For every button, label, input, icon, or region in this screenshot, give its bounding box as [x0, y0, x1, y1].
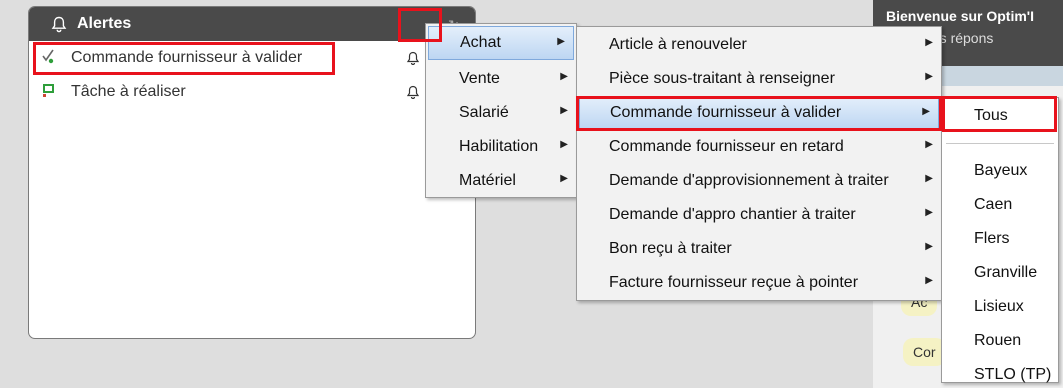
- menu-item-tous[interactable]: Tous: [942, 99, 1058, 133]
- chevron-right-icon: ▶: [925, 173, 933, 184]
- menu-item-label: Flers: [974, 230, 1010, 247]
- alert-label: Tâche à réaliser: [71, 83, 186, 100]
- menu-item-demande-appro-chantier[interactable]: Demande d'appro chantier à traiter ▶: [577, 198, 941, 232]
- menu-item-site[interactable]: Granville: [942, 256, 1058, 290]
- menu-item-label: Habilitation: [459, 138, 539, 155]
- menu-item-article-renouveler[interactable]: Article à renouveler ▶: [577, 28, 941, 62]
- menu-item-site[interactable]: STLO (TP): [942, 358, 1058, 388]
- menu-item-demande-appro[interactable]: Demande d'approvisionnement à traiter ▶: [577, 164, 941, 198]
- menu-separator: [946, 143, 1054, 144]
- menu-item-label: Lisieux: [974, 298, 1024, 315]
- menu-item-site[interactable]: Rouen: [942, 324, 1058, 358]
- chevron-right-icon: ▶: [925, 139, 933, 150]
- chat-bubble[interactable]: Cor: [903, 338, 946, 366]
- menu-item-habilitation[interactable]: Habilitation ▶: [426, 130, 576, 164]
- alerts-header: Alertes: [29, 7, 475, 41]
- menu-item-site[interactable]: Flers: [942, 222, 1058, 256]
- menu-item-label: Pièce sous-traitant à renseigner: [609, 70, 835, 87]
- menu-item-label: Vente: [459, 70, 500, 87]
- menu-item-label: Demande d'appro chantier à traiter: [609, 206, 856, 223]
- chevron-right-icon: ▶: [557, 36, 565, 47]
- alert-type-menu: Achat ▶ Vente ▶ Salarié ▶ Habilitation ▶ Mat…: [425, 23, 577, 198]
- menu-item-piece-sous-traitant[interactable]: Pièce sous-traitant à renseigner ▶: [577, 62, 941, 96]
- menu-item-label: Facture fournisseur reçue à pointer: [609, 274, 859, 291]
- menu-item-achat[interactable]: Achat ▶: [428, 26, 574, 60]
- menu-item-label: Article à renouveler: [609, 36, 747, 53]
- menu-item-site[interactable]: Caen: [942, 188, 1058, 222]
- menu-item-label: Rouen: [974, 332, 1022, 349]
- menu-item-label: Bon reçu à traiter: [609, 240, 732, 257]
- menu-item-label: Salarié: [459, 104, 509, 121]
- chevron-right-icon: ▶: [925, 37, 933, 48]
- check-icon: [41, 48, 57, 69]
- task-icon: [41, 82, 57, 103]
- menu-item-site[interactable]: Bayeux: [942, 154, 1058, 188]
- bell-icon: [51, 16, 67, 33]
- menu-item-label: Tous: [974, 107, 1008, 124]
- alert-label: Commande fournisseur à valider: [71, 49, 303, 66]
- menu-item-label: Demande d'approvisionnement à traiter: [609, 172, 889, 189]
- menu-item-materiel[interactable]: Matériel ▶: [426, 164, 576, 198]
- welcome-title: Bienvenue sur Optim'I: [886, 8, 1035, 24]
- alert-item[interactable]: Commande fournisseur à valider: [29, 41, 475, 75]
- menu-item-label: Caen: [974, 196, 1013, 213]
- menu-item-label: Achat: [460, 34, 501, 51]
- menu-item-facture-pointer[interactable]: Facture fournisseur reçue à pointer ▶: [577, 266, 941, 300]
- bell-alert-icon[interactable]: [406, 85, 420, 104]
- menu-item-bon-recu[interactable]: Bon reçu à traiter ▶: [577, 232, 941, 266]
- menu-item-salarie[interactable]: Salarié ▶: [426, 96, 576, 130]
- menu-item-commande-valider[interactable]: Commande fournisseur à valider ▶: [579, 96, 939, 130]
- achat-submenu: Article à renouveler ▶ Pièce sous-traitan…: [576, 26, 942, 301]
- chevron-right-icon: ▶: [560, 105, 568, 116]
- chevron-right-icon: ▶: [925, 241, 933, 252]
- chevron-right-icon: ▶: [925, 275, 933, 286]
- menu-item-label: STLO (TP): [974, 366, 1052, 383]
- menu-item-label: Granville: [974, 264, 1038, 281]
- chevron-right-icon: ▶: [560, 71, 568, 82]
- menu-item-site[interactable]: Lisieux: [942, 290, 1058, 324]
- panel-title: Alertes: [77, 15, 132, 32]
- menu-item-label: Bayeux: [974, 162, 1028, 179]
- site-submenu: Tous Bayeux Caen Flers Granville Lisieux…: [941, 97, 1059, 383]
- menu-item-label: Commande fournisseur en retard: [609, 138, 844, 155]
- bell-alert-icon[interactable]: [406, 51, 420, 70]
- chevron-right-icon: ▶: [925, 71, 933, 82]
- alerts-panel: Alertes • ↻ Commande fournisseur à valid…: [28, 6, 476, 339]
- menu-item-vente[interactable]: Vente ▶: [426, 62, 576, 96]
- chevron-right-icon: ▶: [925, 207, 933, 218]
- alert-item[interactable]: Tâche à réaliser: [29, 75, 475, 109]
- chevron-right-icon: ▶: [922, 106, 930, 117]
- menu-item-commande-retard[interactable]: Commande fournisseur en retard ▶: [577, 130, 941, 164]
- menu-item-label: Commande fournisseur à valider: [610, 104, 842, 121]
- menu-item-label: Matériel: [459, 172, 516, 189]
- chevron-right-icon: ▶: [560, 139, 568, 150]
- chevron-right-icon: ▶: [560, 173, 568, 184]
